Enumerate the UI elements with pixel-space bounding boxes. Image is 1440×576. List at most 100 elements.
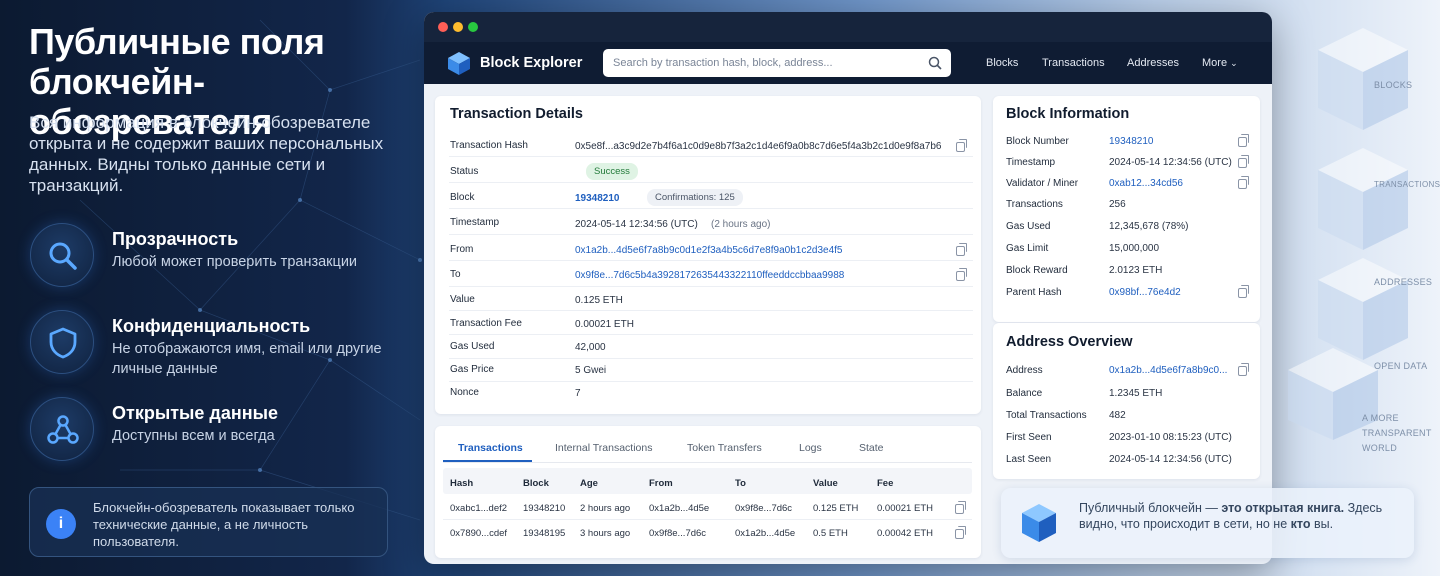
card-title: Block Information xyxy=(1006,106,1130,122)
row-label: Block xyxy=(450,192,475,203)
value-cell: 0.5 ETH xyxy=(813,528,848,539)
copy-icon[interactable] xyxy=(1238,176,1249,189)
table-header: Hash Block Age From To Value Fee xyxy=(443,468,972,494)
maximize-window-dot[interactable] xyxy=(468,22,478,32)
block-number-link[interactable]: 19348210 xyxy=(1109,136,1154,147)
copy-icon[interactable] xyxy=(955,501,966,514)
label-blocks: BLOCKS xyxy=(1374,80,1413,90)
copy-icon[interactable] xyxy=(956,139,967,152)
cube-logo-icon[interactable] xyxy=(446,50,472,76)
row-label: Balance xyxy=(1006,388,1043,399)
feature-privacy: Конфиденциальность Не отображаются имя, … xyxy=(30,310,410,377)
gas-limit: 15,000,000 xyxy=(1109,243,1160,254)
feature-transparency: Прозрачность Любой может проверить транз… xyxy=(30,223,410,289)
parent-hash-link[interactable]: 0x98bf...76e4d2 xyxy=(1109,287,1181,298)
table-row[interactable]: 0x7890...cdef 19348195 3 hours ago 0x9f8… xyxy=(443,521,972,545)
to-link[interactable]: 0x9f8e...7d6c xyxy=(735,503,792,514)
divider xyxy=(449,286,973,287)
nav-more[interactable]: More ⌄ xyxy=(1202,57,1238,69)
feature-title: Конфиденциальность xyxy=(112,316,311,336)
block-reward: 2.0123 ETH xyxy=(1109,265,1163,276)
value-cell: 0.125 ETH xyxy=(813,503,859,514)
to-address-link[interactable]: 0x9f8e...7d6c5b4a3928172635443322110ffee… xyxy=(575,270,844,281)
search-input[interactable]: Search by transaction hash, block, addre… xyxy=(603,49,951,77)
column-header: Age xyxy=(580,478,598,489)
block-link[interactable]: 19348195 xyxy=(523,528,565,539)
nav-blocks[interactable]: Blocks xyxy=(986,57,1018,69)
column-header: Value xyxy=(813,478,838,489)
feature-desc: Не отображаются имя, email или другие ли… xyxy=(112,341,382,377)
row-label: Timestamp xyxy=(1006,157,1056,168)
tab-token-transfers[interactable]: Token Transfers xyxy=(687,442,762,454)
tx-hash-value: 0x5e8f...a3c9d2e7b4f6a1c0d9e8b7f3a2c1d4e… xyxy=(575,141,942,152)
row-label: Parent Hash xyxy=(1006,287,1062,298)
column-header: From xyxy=(649,478,673,489)
network-nodes-icon xyxy=(30,397,94,461)
brand-name[interactable]: Block Explorer xyxy=(480,55,582,71)
search-placeholder: Search by transaction hash, block, addre… xyxy=(613,57,833,69)
block-link[interactable]: 19348210 xyxy=(523,503,565,514)
copy-icon[interactable] xyxy=(1238,155,1249,168)
search-icon[interactable] xyxy=(928,56,942,70)
divider xyxy=(449,182,973,183)
divider xyxy=(443,462,972,463)
copy-icon[interactable] xyxy=(1238,363,1249,376)
total-tx-value: 482 xyxy=(1109,410,1126,421)
row-label: Value xyxy=(450,294,475,305)
last-seen-value: 2024-05-14 12:34:56 (UTC) xyxy=(1109,454,1232,465)
column-header: To xyxy=(735,478,746,489)
banner-text: Публичный блокчейн — это открытая книга.… xyxy=(1079,501,1383,531)
nav-transactions[interactable]: Transactions xyxy=(1042,57,1105,69)
copy-icon[interactable] xyxy=(1238,134,1249,147)
row-label: Block Number xyxy=(1006,136,1069,147)
label-addresses: ADDRESSES xyxy=(1374,277,1433,287)
top-navbar: Block Explorer Search by transaction has… xyxy=(424,42,1272,84)
table-row[interactable]: 0xabc1...def2 19348210 2 hours ago 0x1a2… xyxy=(443,496,972,520)
transaction-details-card: Transaction Details Transaction Hash 0x5… xyxy=(435,96,981,414)
from-link[interactable]: 0x1a2b...4d5e xyxy=(649,503,709,514)
tx-hash-link[interactable]: 0xabc1...def2 xyxy=(450,503,507,514)
column-header: Block xyxy=(523,478,549,489)
feature-title: Прозрачность xyxy=(112,229,239,249)
column-header: Hash xyxy=(450,478,474,489)
nav-addresses[interactable]: Addresses xyxy=(1127,57,1179,69)
to-link[interactable]: 0x1a2b...4d5e xyxy=(735,528,795,539)
divider xyxy=(449,234,973,235)
row-label: To xyxy=(450,269,461,280)
browser-window: Block Explorer Search by transaction has… xyxy=(424,12,1272,564)
address-link[interactable]: 0x1a2b...4d5e6f7a8b9c0... xyxy=(1109,365,1227,376)
copy-icon[interactable] xyxy=(956,243,967,256)
fee-cell: 0.00042 ETH xyxy=(877,528,933,539)
from-link[interactable]: 0x9f8e...7d6c xyxy=(649,528,706,539)
validator-link[interactable]: 0xab12...34cd56 xyxy=(1109,178,1183,189)
copy-icon[interactable] xyxy=(1238,285,1249,298)
transactions-tabs-card: Transactions Internal Transactions Token… xyxy=(435,426,981,558)
gas-price-value: 5 Gwei xyxy=(575,365,607,376)
column-header: Fee xyxy=(877,478,894,489)
block-timestamp: 2024-05-14 12:34:56 (UTC) xyxy=(1109,157,1232,168)
nonce-value: 7 xyxy=(575,388,581,399)
tab-transactions[interactable]: Transactions xyxy=(458,442,523,454)
tx-hash-link[interactable]: 0x7890...cdef xyxy=(450,528,507,539)
age-cell: 2 hours ago xyxy=(580,503,631,514)
tab-state[interactable]: State xyxy=(859,442,884,454)
tab-internal-transactions[interactable]: Internal Transactions xyxy=(555,442,652,454)
shield-icon xyxy=(30,310,94,374)
timestamp-value: 2024-05-14 12:34:56 (UTC) xyxy=(575,219,698,230)
copy-icon[interactable] xyxy=(956,268,967,281)
from-address-link[interactable]: 0x1a2b...4d5e6f7a8b9c0d1e2f3a4b5c6d7e8f9… xyxy=(575,245,842,256)
close-window-dot[interactable] xyxy=(438,22,448,32)
first-seen-value: 2023-01-10 08:15:23 (UTC) xyxy=(1109,432,1232,443)
copy-icon[interactable] xyxy=(955,526,966,539)
left-panel: Публичные поля блокчейн-обозревателя Вся… xyxy=(0,0,420,576)
row-label: Timestamp xyxy=(450,217,500,228)
minimize-window-dot[interactable] xyxy=(453,22,463,32)
feature-desc: Любой может проверить транзакции xyxy=(112,254,358,270)
row-label: Block Reward xyxy=(1006,265,1068,276)
row-label: Gas Limit xyxy=(1006,243,1049,254)
row-label: First Seen xyxy=(1006,432,1052,443)
block-link[interactable]: 19348210 xyxy=(575,193,620,204)
divider xyxy=(449,381,973,382)
row-label: Transactions xyxy=(1006,199,1063,210)
tab-logs[interactable]: Logs xyxy=(799,442,822,454)
